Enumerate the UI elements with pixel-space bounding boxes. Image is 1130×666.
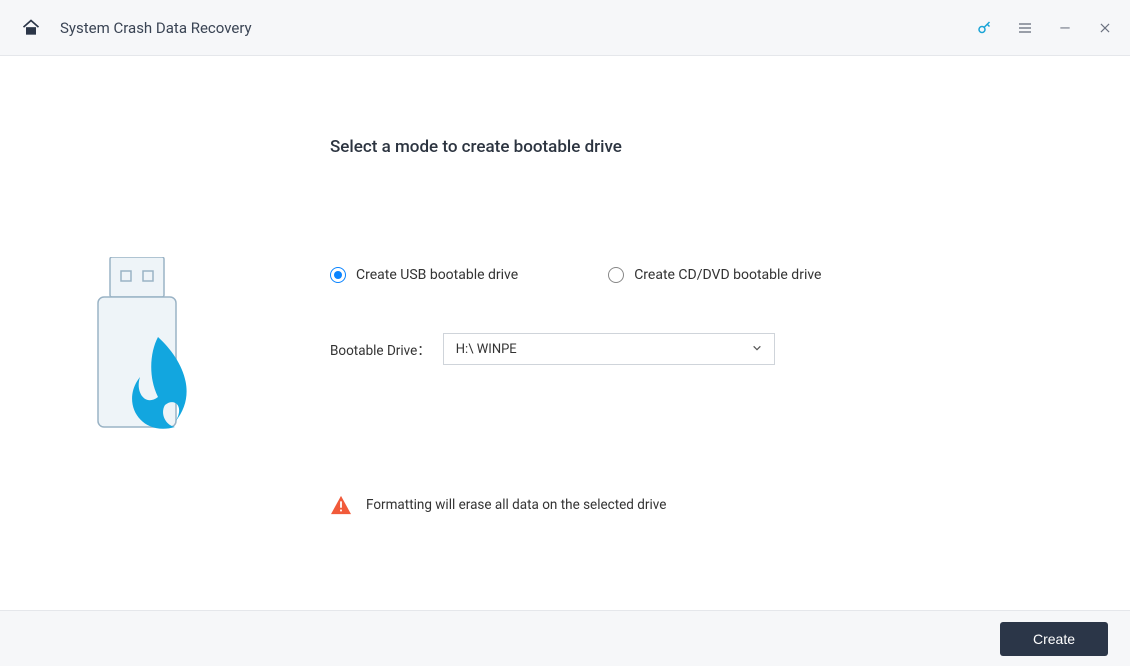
radio-indicator-unselected [608, 267, 624, 283]
warning-icon [330, 495, 352, 515]
menu-icon[interactable] [1016, 19, 1034, 37]
radio-usb-label: Create USB bootable drive [356, 267, 518, 283]
drive-select-value: H:\ WINPE [456, 342, 517, 357]
close-icon[interactable] [1096, 19, 1114, 37]
home-icon[interactable] [20, 17, 42, 39]
drive-select[interactable]: H:\ WINPE [443, 333, 775, 365]
content-area: Select a mode to create bootable drive C… [0, 56, 1130, 610]
warning-text: Formatting will erase all data on the se… [366, 497, 666, 513]
page-title: System Crash Data Recovery [60, 19, 252, 37]
warning-row: Formatting will erase all data on the se… [330, 495, 1130, 515]
minimize-icon[interactable] [1056, 19, 1074, 37]
app-window: System Crash Data Recovery [0, 0, 1130, 666]
titlebar-controls [976, 19, 1114, 37]
mode-radio-group: Create USB bootable drive Create CD/DVD … [330, 267, 1130, 283]
drive-label: Bootable Drive： [330, 339, 431, 359]
illustration-panel [0, 57, 290, 610]
titlebar: System Crash Data Recovery [0, 0, 1130, 56]
radio-cddvd[interactable]: Create CD/DVD bootable drive [608, 267, 821, 283]
radio-cddvd-label: Create CD/DVD bootable drive [634, 267, 821, 283]
chevron-down-icon [752, 342, 762, 356]
main-panel: Select a mode to create bootable drive C… [290, 57, 1130, 610]
usb-flame-illustration [80, 257, 210, 457]
drive-row: Bootable Drive： H:\ WINPE [330, 333, 1130, 365]
radio-indicator-selected [330, 267, 346, 283]
radio-usb[interactable]: Create USB bootable drive [330, 267, 518, 283]
key-icon[interactable] [976, 19, 994, 37]
create-button[interactable]: Create [1000, 622, 1108, 656]
heading: Select a mode to create bootable drive [330, 137, 1130, 157]
footer: Create [0, 610, 1130, 666]
